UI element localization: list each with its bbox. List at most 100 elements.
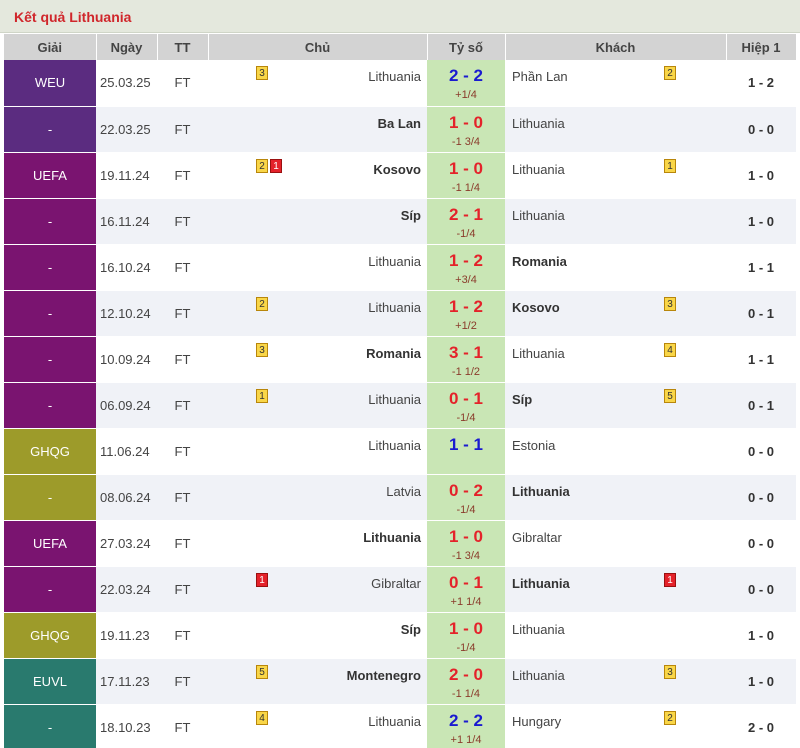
away-team-cell[interactable]: Kosovo 3 [505,290,726,337]
match-row[interactable]: WEU 25.03.25 FT 3 Lithuania 2 - 2 +1/4 Phần Lan… [4,60,796,107]
away-team-name[interactable]: Romania [512,254,567,269]
home-team-cell[interactable]: 2 Lithuania [208,290,427,337]
away-team-name[interactable]: Lithuania [512,576,570,591]
match-row[interactable]: -16.10.24 FT Lithuania 1 - 2 +3/4 Romania 1 - … [4,244,796,291]
final-score[interactable]: 2 - 2 [427,711,505,731]
league-cell[interactable]: - [4,106,96,153]
score-cell[interactable]: 1 - 0 -1 1/4 [427,152,505,199]
home-team-name[interactable]: Lithuania [368,392,421,407]
away-team-cell[interactable]: Phần Lan 2 [505,60,726,107]
league-cell[interactable]: UEFA [4,152,96,199]
home-team-name[interactable]: Lithuania [363,530,421,545]
away-team-cell[interactable]: Lithuania 3 [505,658,726,705]
home-team-name[interactable]: Síp [401,208,421,223]
score-cell[interactable]: 1 - 0 -1/4 [427,612,505,659]
away-team-cell[interactable]: Romania [505,244,726,291]
home-team-cell[interactable]: Lithuania [208,428,427,475]
home-team-cell[interactable]: 5 Montenegro [208,658,427,705]
home-team-name[interactable]: Síp [401,622,421,637]
home-team-name[interactable]: Ba Lan [378,116,421,131]
away-team-name[interactable]: Síp [512,392,532,407]
away-team-cell[interactable]: Lithuania 4 [505,336,726,383]
final-score[interactable]: 0 - 2 [427,481,505,501]
final-score[interactable]: 2 - 1 [427,205,505,225]
home-team-name[interactable]: Gibraltar [371,576,421,591]
match-row[interactable]: -18.10.23 FT 4 Lithuania 2 - 2 +1 1/4 Hungary 2… [4,704,796,748]
home-team-cell[interactable]: 2 1 Kosovo [208,152,427,199]
home-team-cell[interactable]: 3 Romania [208,336,427,383]
league-cell[interactable]: EUVL [4,658,96,705]
home-team-cell[interactable]: 3 Lithuania [208,60,427,107]
match-row[interactable]: GHQG 19.11.23 FT Síp 1 - 0 -1/4 Lithuania 1 - 0 [4,612,796,659]
home-team-name[interactable]: Romania [366,346,421,361]
final-score[interactable]: 1 - 1 [427,435,505,455]
home-team-name[interactable]: Lithuania [368,254,421,269]
score-cell[interactable]: 1 - 1 [427,428,505,475]
final-score[interactable]: 0 - 1 [427,389,505,409]
score-cell[interactable]: 0 - 2 -1/4 [427,474,505,521]
away-team-cell[interactable]: Lithuania [505,198,726,245]
home-team-cell[interactable]: Lithuania [208,520,427,567]
score-cell[interactable]: 2 - 0 -1 1/4 [427,658,505,705]
score-cell[interactable]: 1 - 0 -1 3/4 [427,106,505,153]
score-cell[interactable]: 1 - 0 -1 3/4 [427,520,505,567]
match-row[interactable]: -16.11.24 FT Síp 2 - 1 -1/4 Lithuania 1 - 0 [4,198,796,245]
away-team-cell[interactable]: Gibraltar [505,520,726,567]
final-score[interactable]: 2 - 2 [427,66,505,86]
match-row[interactable]: UEFA 27.03.24 FT Lithuania 1 - 0 -1 3/4 Gibral… [4,520,796,567]
away-team-cell[interactable]: Lithuania [505,612,726,659]
match-row[interactable]: UEFA 19.11.24 FT 2 1 Kosovo 1 - 0 -1 1/4 Lithuan… [4,152,796,199]
score-cell[interactable]: 0 - 1 -1/4 [427,382,505,429]
away-team-cell[interactable]: Lithuania 1 [505,152,726,199]
league-cell[interactable]: - [4,382,96,429]
away-team-name[interactable]: Estonia [512,438,555,453]
match-row[interactable]: EUVL 17.11.23 FT 5 Montenegro 2 - 0 -1 1/4 Lith… [4,658,796,705]
home-team-cell[interactable]: Ba Lan [208,106,427,153]
home-team-name[interactable]: Lithuania [368,300,421,315]
league-cell[interactable]: - [4,244,96,291]
league-cell[interactable]: - [4,566,96,613]
match-row[interactable]: -22.03.24 FT 1 Gibraltar 0 - 1 +1 1/4 Lithuani… [4,566,796,613]
away-team-name[interactable]: Hungary [512,714,561,729]
home-team-cell[interactable]: Latvia [208,474,427,521]
score-cell[interactable]: 2 - 2 +1/4 [427,60,505,107]
league-cell[interactable]: WEU [4,60,96,107]
score-cell[interactable]: 3 - 1 -1 1/2 [427,336,505,383]
away-team-name[interactable]: Lithuania [512,346,565,361]
final-score[interactable]: 1 - 2 [427,297,505,317]
away-team-name[interactable]: Lithuania [512,208,565,223]
score-cell[interactable]: 1 - 2 +1/2 [427,290,505,337]
league-cell[interactable]: GHQG [4,428,96,475]
final-score[interactable]: 1 - 0 [427,527,505,547]
home-team-cell[interactable]: 4 Lithuania [208,704,427,748]
home-team-name[interactable]: Latvia [386,484,421,499]
home-team-name[interactable]: Kosovo [373,162,421,177]
away-team-cell[interactable]: Hungary 2 [505,704,726,748]
away-team-cell[interactable]: Síp 5 [505,382,726,429]
away-team-cell[interactable]: Estonia [505,428,726,475]
final-score[interactable]: 1 - 0 [427,159,505,179]
final-score[interactable]: 2 - 0 [427,665,505,685]
away-team-name[interactable]: Lithuania [512,116,565,131]
final-score[interactable]: 1 - 0 [427,619,505,639]
score-cell[interactable]: 1 - 2 +3/4 [427,244,505,291]
league-cell[interactable]: UEFA [4,520,96,567]
final-score[interactable]: 0 - 1 [427,573,505,593]
score-cell[interactable]: 2 - 1 -1/4 [427,198,505,245]
away-team-name[interactable]: Kosovo [512,300,560,315]
final-score[interactable]: 1 - 0 [427,113,505,133]
match-row[interactable]: -10.09.24 FT 3 Romania 3 - 1 -1 1/2 Lithuania 4… [4,336,796,383]
league-cell[interactable]: - [4,704,96,748]
away-team-cell[interactable]: Lithuania [505,106,726,153]
away-team-name[interactable]: Lithuania [512,668,565,683]
home-team-cell[interactable]: Síp [208,612,427,659]
away-team-name[interactable]: Lithuania [512,484,570,499]
final-score[interactable]: 3 - 1 [427,343,505,363]
match-row[interactable]: GHQG 11.06.24 FT Lithuania 1 - 1 Estonia 0 - 0 [4,428,796,475]
away-team-name[interactable]: Lithuania [512,162,565,177]
score-cell[interactable]: 2 - 2 +1 1/4 [427,704,505,748]
home-team-name[interactable]: Montenegro [347,668,421,683]
away-team-name[interactable]: Lithuania [512,622,565,637]
away-team-name[interactable]: Phần Lan [512,69,568,84]
match-row[interactable]: -08.06.24 FT Latvia 0 - 2 -1/4 Lithuania 0 - 0 [4,474,796,521]
